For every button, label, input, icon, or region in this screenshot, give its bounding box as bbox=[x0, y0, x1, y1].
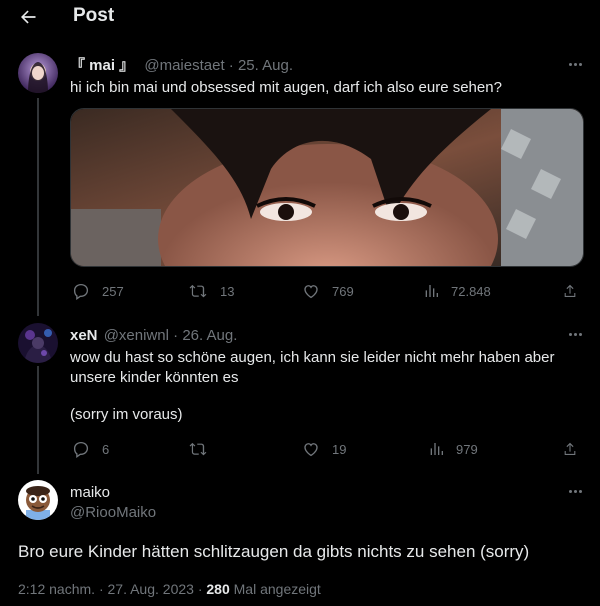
handle[interactable]: @xeniwnl bbox=[104, 327, 169, 344]
reply-count: 257 bbox=[102, 283, 124, 299]
tweet-text-line: unsere kinder könnten es bbox=[70, 369, 239, 386]
post-text: Bro eure Kinder hätten schlitzaugen da g… bbox=[18, 542, 530, 561]
reply-icon bbox=[73, 283, 89, 300]
share-button[interactable] bbox=[562, 440, 578, 458]
reply-count: 6 bbox=[102, 441, 110, 457]
more-icon[interactable] bbox=[564, 326, 586, 342]
share-icon bbox=[564, 442, 576, 455]
tweet-text-line: (sorry im voraus) bbox=[70, 406, 183, 423]
like-count: 19 bbox=[332, 441, 347, 457]
views-icon bbox=[425, 285, 438, 297]
like-icon bbox=[304, 285, 318, 299]
more-icon[interactable] bbox=[564, 483, 586, 499]
back-arrow-icon[interactable] bbox=[14, 4, 42, 30]
reply-icon bbox=[73, 441, 89, 458]
views-button[interactable]: 72.848 bbox=[423, 282, 491, 300]
like-icon bbox=[304, 443, 318, 457]
views-icon bbox=[430, 443, 443, 455]
display-name[interactable]: maiko bbox=[70, 483, 110, 502]
retweet-icon bbox=[189, 284, 207, 298]
display-name[interactable]: 『 mai 』 bbox=[70, 57, 134, 74]
display-name[interactable]: xeN bbox=[70, 327, 98, 344]
tweet-header: xeN @xeniwnl · 26. Aug. bbox=[70, 326, 237, 345]
tweet-text: hi ich bin mai und obsessed mit augen, d… bbox=[70, 79, 502, 96]
separator: · bbox=[98, 581, 104, 597]
avatar[interactable] bbox=[18, 480, 58, 520]
share-icon bbox=[564, 284, 576, 297]
thread-line bbox=[37, 366, 39, 474]
reply-button[interactable]: 6 bbox=[72, 440, 109, 458]
views-button[interactable]: 979 bbox=[428, 440, 478, 458]
views-count: 979 bbox=[456, 441, 478, 457]
timestamp[interactable]: 26. Aug. bbox=[182, 327, 237, 344]
timestamp[interactable]: 25. Aug. bbox=[238, 57, 293, 74]
tweet-image[interactable] bbox=[70, 108, 584, 267]
handle[interactable]: @maiestaet bbox=[144, 57, 224, 74]
retweet-button[interactable]: 13 bbox=[188, 282, 234, 300]
views-label: Mal angezeigt bbox=[233, 581, 321, 597]
retweet-icon bbox=[189, 442, 207, 456]
thread-line bbox=[37, 98, 39, 316]
separator: · bbox=[228, 57, 234, 74]
views-count: 72.848 bbox=[451, 283, 491, 299]
page-title: Post bbox=[73, 5, 115, 26]
tweet-text-line: wow du hast so schöne augen, ich kann si… bbox=[70, 349, 555, 366]
reply-button[interactable]: 257 bbox=[72, 282, 124, 300]
separator: · bbox=[197, 581, 203, 597]
post-time[interactable]: 2:12 nachm. bbox=[18, 581, 95, 597]
like-button[interactable]: 19 bbox=[302, 440, 346, 458]
more-icon[interactable] bbox=[564, 56, 586, 72]
handle[interactable]: @RiooMaiko bbox=[70, 503, 156, 522]
retweet-button[interactable] bbox=[188, 440, 220, 458]
retweet-count: 13 bbox=[220, 283, 235, 299]
post-date[interactable]: 27. Aug. 2023 bbox=[108, 581, 194, 597]
avatar[interactable] bbox=[18, 53, 58, 93]
like-count: 769 bbox=[332, 283, 354, 299]
post-meta: 2:12 nachm. · 27. Aug. 2023 · 280 Mal an… bbox=[18, 581, 321, 597]
avatar[interactable] bbox=[18, 323, 58, 363]
separator: · bbox=[173, 327, 179, 344]
views-count: 280 bbox=[206, 581, 230, 597]
like-button[interactable]: 769 bbox=[302, 282, 354, 300]
share-button[interactable] bbox=[562, 282, 578, 300]
tweet-header: 『 mai 』 @maiestaet · 25. Aug. bbox=[70, 56, 293, 75]
